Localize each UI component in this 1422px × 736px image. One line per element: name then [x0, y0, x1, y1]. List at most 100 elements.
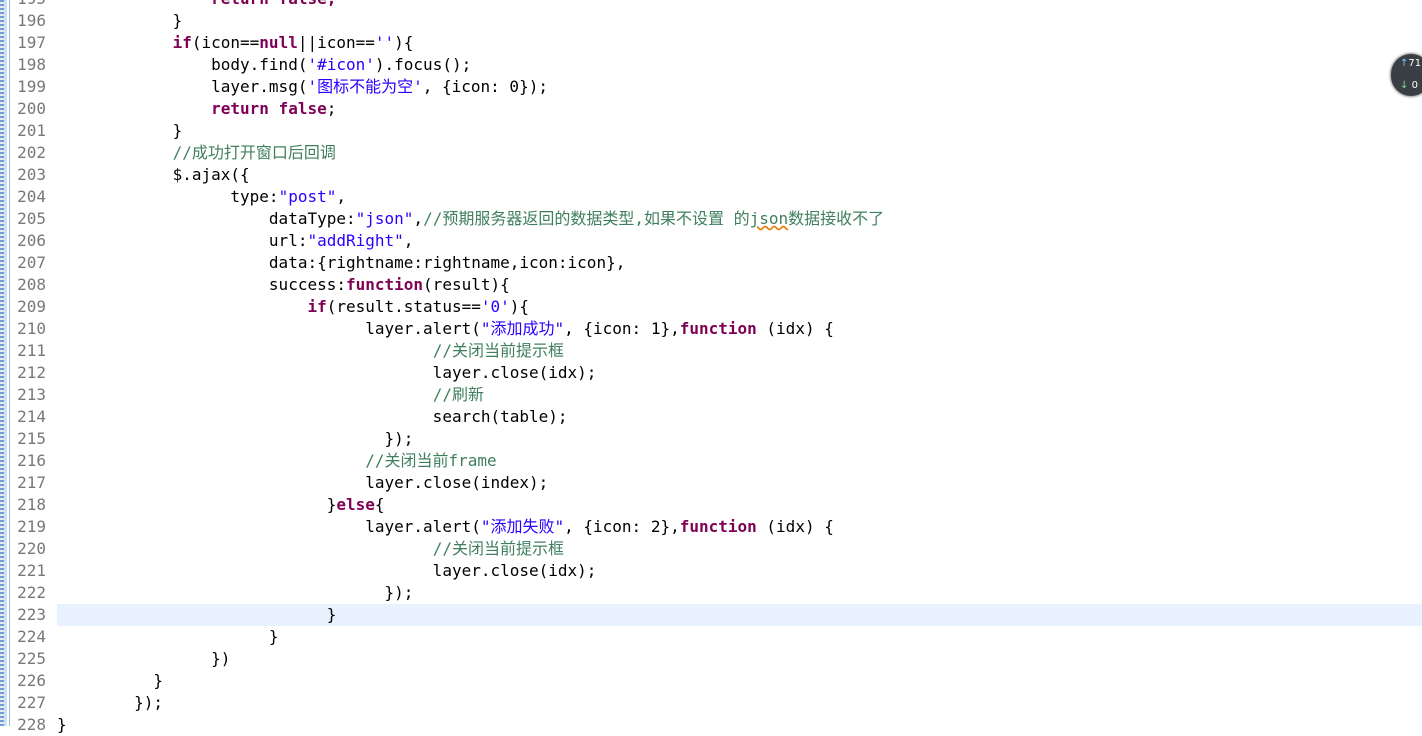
- code-text[interactable]: return false;: [57, 98, 336, 120]
- code-token: }): [57, 649, 231, 668]
- code-line[interactable]: 195 return false;: [0, 0, 1422, 10]
- code-line[interactable]: 207 data:{rightname:rightname,icon:icon}…: [0, 252, 1422, 274]
- code-token: layer.alert(: [57, 319, 481, 338]
- code-text[interactable]: });: [57, 428, 414, 450]
- line-number: 199: [17, 77, 46, 96]
- line-number: 222: [17, 583, 46, 602]
- code-line[interactable]: 217 layer.close(index);: [0, 472, 1422, 494]
- code-token: "json": [355, 209, 414, 228]
- code-text[interactable]: layer.close(index);: [57, 472, 548, 494]
- code-text[interactable]: //关闭当前提示框: [57, 340, 564, 362]
- code-text[interactable]: success:function(result){: [57, 274, 510, 296]
- code-line[interactable]: 215 });: [0, 428, 1422, 450]
- code-text[interactable]: dataType:"json",//预期服务器返回的数据类型,如果不设置 的js…: [57, 208, 884, 230]
- code-text[interactable]: url:"addRight",: [57, 230, 414, 252]
- code-text[interactable]: $.ajax({: [57, 164, 250, 186]
- code-line[interactable]: 203 $.ajax({: [0, 164, 1422, 186]
- code-text[interactable]: }else{: [57, 494, 385, 516]
- code-token: 数据接收不了: [788, 209, 885, 228]
- code-text[interactable]: }: [57, 714, 67, 736]
- code-text[interactable]: }: [57, 10, 183, 32]
- code-text[interactable]: }: [57, 626, 279, 648]
- code-line[interactable]: 212 layer.close(idx);: [0, 362, 1422, 384]
- code-line[interactable]: 197 if(icon==null||icon==''){: [0, 32, 1422, 54]
- code-token: '图标不能为空': [307, 77, 423, 96]
- code-line[interactable]: 224 }: [0, 626, 1422, 648]
- line-number: 198: [17, 55, 46, 74]
- code-token: layer.msg(: [57, 77, 308, 96]
- code-text[interactable]: //成功打开窗口后回调: [57, 142, 336, 164]
- code-text[interactable]: return false;: [57, 0, 336, 10]
- code-editor[interactable]: 195 return false;196 }197 if(icon==null|…: [0, 0, 1422, 734]
- code-line[interactable]: 201 }: [0, 120, 1422, 142]
- code-text[interactable]: }: [57, 604, 337, 626]
- code-token: (result){: [423, 275, 510, 294]
- code-text[interactable]: //关闭当前frame: [57, 450, 496, 472]
- code-text[interactable]: }: [57, 120, 183, 142]
- code-line[interactable]: 226 }: [0, 670, 1422, 692]
- code-line[interactable]: 202 //成功打开窗口后回调: [0, 142, 1422, 164]
- code-token: search(table);: [57, 407, 568, 426]
- code-line[interactable]: 200 return false;: [0, 98, 1422, 120]
- code-text[interactable]: search(table);: [57, 406, 568, 428]
- code-token: (icon==: [191, 33, 260, 52]
- code-text[interactable]: }): [57, 648, 230, 670]
- code-line[interactable]: 208 success:function(result){: [0, 274, 1422, 296]
- code-line[interactable]: 199 layer.msg('图标不能为空', {icon: 0});: [0, 76, 1422, 98]
- code-text[interactable]: layer.close(idx);: [57, 560, 597, 582]
- line-number: 211: [17, 341, 46, 360]
- code-text[interactable]: if(icon==null||icon==''){: [57, 32, 414, 54]
- code-text[interactable]: layer.close(idx);: [57, 362, 597, 384]
- code-line[interactable]: 223 }: [0, 604, 1422, 626]
- line-number: 202: [17, 143, 46, 162]
- code-text[interactable]: layer.alert("添加失败", {icon: 2},function (…: [57, 516, 834, 538]
- code-line[interactable]: 198 body.find('#icon').focus();: [0, 54, 1422, 76]
- code-line[interactable]: 213 //刷新: [0, 384, 1422, 406]
- code-text[interactable]: layer.alert("添加成功", {icon: 1},function (…: [57, 318, 834, 340]
- code-line[interactable]: 221 layer.close(idx);: [0, 560, 1422, 582]
- code-line[interactable]: 218 }else{: [0, 494, 1422, 516]
- line-number: 195: [14, 0, 46, 10]
- line-number: 209: [17, 297, 46, 316]
- code-token: }: [57, 671, 163, 690]
- arrow-down-icon: ↓: [1400, 80, 1409, 91]
- code-line[interactable]: 227 });: [0, 692, 1422, 714]
- code-text[interactable]: layer.msg('图标不能为空', {icon: 0});: [57, 76, 548, 98]
- code-text[interactable]: });: [57, 692, 163, 714]
- code-text[interactable]: body.find('#icon').focus();: [57, 54, 471, 76]
- code-line[interactable]: 210 layer.alert("添加成功", {icon: 1},functi…: [0, 318, 1422, 340]
- code-line[interactable]: 205 dataType:"json",//预期服务器返回的数据类型,如果不设置…: [0, 208, 1422, 230]
- code-line[interactable]: 204 type:"post",: [0, 186, 1422, 208]
- code-line[interactable]: 219 layer.alert("添加失败", {icon: 2},functi…: [0, 516, 1422, 538]
- code-token: data:{rightname:rightname,icon:icon},: [57, 253, 626, 272]
- network-speed-widget[interactable]: ↑71 ↓ 0: [1391, 54, 1422, 96]
- code-line[interactable]: 214 search(table);: [0, 406, 1422, 428]
- code-line[interactable]: 222 });: [0, 582, 1422, 604]
- code-line[interactable]: 228}: [0, 714, 1422, 736]
- code-text[interactable]: });: [57, 582, 414, 604]
- code-line[interactable]: 209 if(result.status=='0'){: [0, 296, 1422, 318]
- code-text[interactable]: //刷新: [57, 384, 484, 406]
- code-token: , {icon: 1},: [564, 319, 680, 338]
- code-text[interactable]: type:"post",: [57, 186, 346, 208]
- code-token: ,: [336, 187, 346, 206]
- code-line[interactable]: 225 }): [0, 648, 1422, 670]
- line-number: 208: [17, 275, 46, 294]
- line-number: 206: [17, 231, 46, 250]
- code-line[interactable]: 220 //关闭当前提示框: [0, 538, 1422, 560]
- code-line[interactable]: 216 //关闭当前frame: [0, 450, 1422, 472]
- code-text[interactable]: }: [57, 670, 163, 692]
- code-line[interactable]: 196 }: [0, 10, 1422, 32]
- code-token: null: [259, 33, 298, 52]
- code-line[interactable]: 206 url:"addRight",: [0, 230, 1422, 252]
- download-indicator: ↓ 0: [1400, 79, 1418, 93]
- code-text[interactable]: //关闭当前提示框: [57, 538, 564, 560]
- code-token: (result.status==: [326, 297, 481, 316]
- code-text[interactable]: if(result.status=='0'){: [57, 296, 529, 318]
- line-number: 223: [17, 605, 46, 624]
- line-number: 203: [17, 165, 46, 184]
- code-line[interactable]: 211 //关闭当前提示框: [0, 340, 1422, 362]
- line-number: 217: [17, 473, 46, 492]
- code-text[interactable]: data:{rightname:rightname,icon:icon},: [57, 252, 625, 274]
- code-token: function: [345, 275, 424, 294]
